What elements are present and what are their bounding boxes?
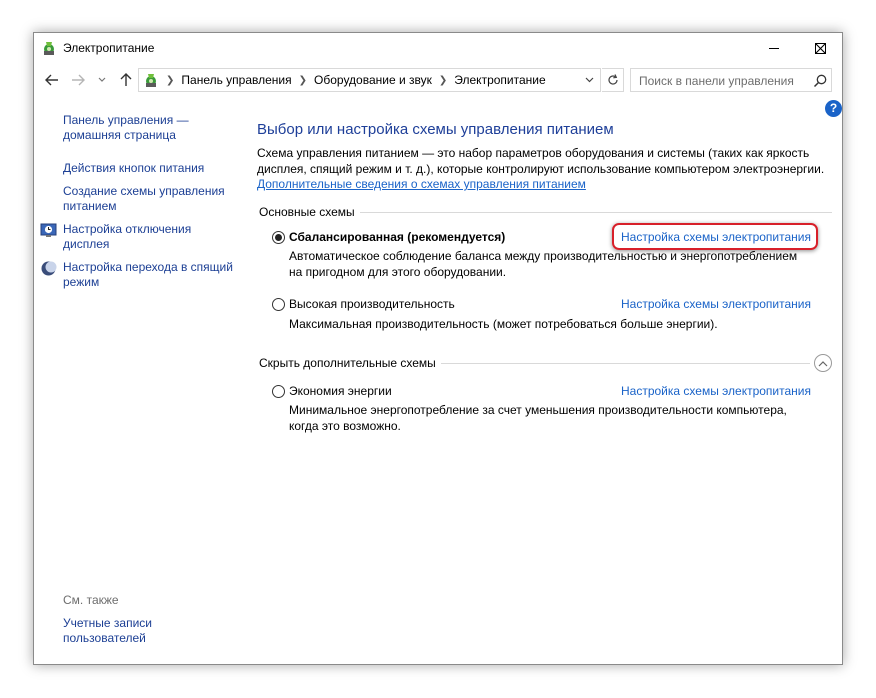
chevron-down-icon (585, 77, 593, 83)
page-intro: Схема управления питанием — это набор па… (257, 146, 825, 176)
up-button[interactable] (116, 70, 136, 90)
title-bar: Электропитание (34, 33, 842, 63)
address-dropdown-button[interactable] (578, 69, 600, 91)
arrow-right-icon (72, 74, 85, 86)
sidebar-link-create-plan[interactable]: Создание схемы управления питанием (63, 184, 233, 214)
breadcrumb-control-panel[interactable]: Панель управления (181, 73, 291, 87)
plan-power-saver-radio[interactable] (272, 385, 285, 398)
plan-power-saver-description: Минимальное энергопотребление за счет ум… (289, 403, 787, 433)
power-options-icon (146, 74, 156, 87)
power-options-icon (44, 42, 54, 55)
minimize-icon (768, 47, 779, 49)
window-title: Электропитание (63, 41, 155, 55)
plan-power-saver-settings-link[interactable]: Настройка схемы электропитания (621, 384, 811, 398)
hide-additional-plans-label[interactable]: Скрыть дополнительные схемы (259, 356, 441, 370)
close-icon (814, 42, 826, 54)
recent-locations-button[interactable] (96, 70, 108, 90)
refresh-button[interactable] (602, 68, 624, 92)
refresh-icon (607, 74, 618, 85)
chevron-down-icon (98, 77, 106, 82)
plan-balanced-name[interactable]: Сбалансированная (рекомендуется) (289, 230, 505, 244)
help-button[interactable]: ? (825, 100, 842, 117)
search-input[interactable]: Поиск в панели управления (639, 74, 794, 88)
plan-high-performance-settings-link[interactable]: Настройка схемы электропитания (621, 297, 811, 311)
sidebar-link-display-off[interactable]: Настройка отключения дисплея (63, 222, 233, 252)
page-title: Выбор или настройка схемы управления пит… (257, 121, 614, 138)
breadcrumb-hardware-sound[interactable]: Оборудование и звук (314, 73, 432, 87)
see-also-label: См. также (63, 593, 119, 607)
collapse-button[interactable] (814, 354, 832, 372)
navigation-bar: ❯ Панель управления ❯ Оборудование и зву… (34, 67, 842, 93)
back-button[interactable] (42, 70, 62, 90)
chevron-right-icon[interactable]: ❯ (439, 75, 447, 86)
plan-high-performance-name[interactable]: Высокая производительность (289, 297, 455, 311)
search-icon[interactable] (812, 73, 828, 89)
sidebar-link-sleep[interactable]: Настройка перехода в спящий режим (63, 260, 233, 290)
preferred-plans-label: Основные схемы (259, 205, 360, 219)
minimize-button[interactable] (751, 33, 797, 63)
chevron-right-icon[interactable]: ❯ (299, 75, 307, 86)
highlight-annotation (612, 223, 818, 250)
sleep-moon-icon (41, 261, 57, 276)
display-clock-icon (40, 223, 57, 237)
plan-high-performance-description: Максимальная производительность (может п… (289, 317, 718, 331)
plan-balanced-radio[interactable] (272, 231, 285, 244)
plan-high-performance-radio[interactable] (272, 298, 285, 311)
chevron-up-icon (818, 360, 828, 366)
address-bar[interactable]: ❯ Панель управления ❯ Оборудование и зву… (138, 68, 601, 92)
sidebar-link-control-panel-home[interactable]: Панель управления — домашняя страница (63, 113, 233, 143)
plan-power-saver-name[interactable]: Экономия энергии (289, 384, 392, 398)
close-button[interactable] (797, 33, 842, 63)
arrow-up-icon (120, 73, 132, 86)
sidebar-link-power-buttons[interactable]: Действия кнопок питания (63, 161, 233, 176)
sidebar-link-user-accounts[interactable]: Учетные записи пользователей (63, 616, 173, 646)
arrow-left-icon (45, 74, 58, 86)
power-options-window: Электропитание ❯ Панель управления ❯ Обо… (33, 32, 843, 665)
plan-balanced-description: Автоматическое соблюдение баланса между … (289, 249, 798, 279)
chevron-right-icon: ❯ (166, 74, 175, 86)
forward-button[interactable] (68, 70, 88, 90)
breadcrumb-power-options[interactable]: Электропитание (454, 73, 545, 87)
search-box[interactable]: Поиск в панели управления (630, 68, 832, 92)
more-info-link[interactable]: Дополнительные сведения о схемах управле… (257, 177, 586, 191)
